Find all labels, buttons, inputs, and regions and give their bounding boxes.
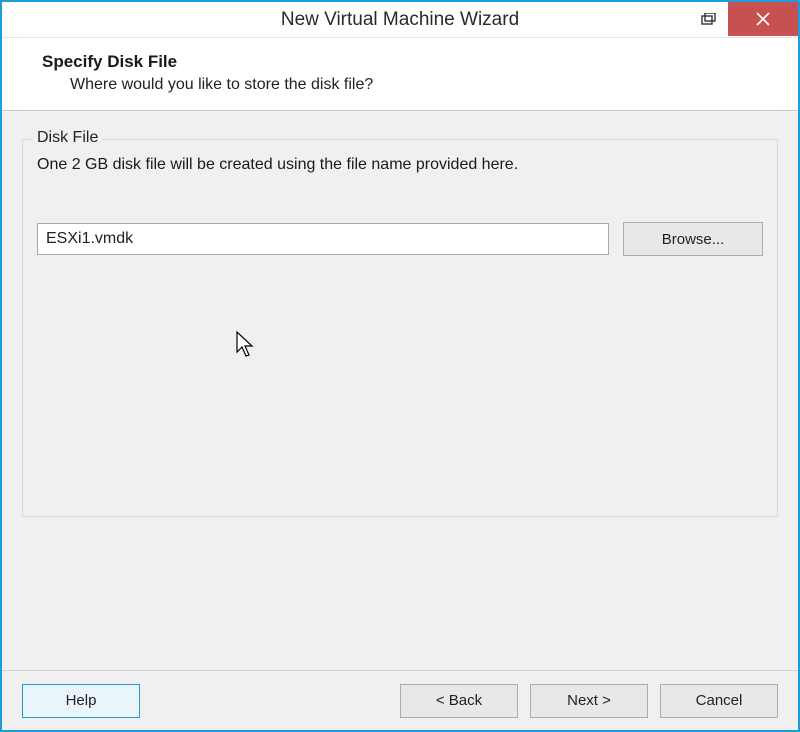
back-button[interactable]: < Back <box>400 684 518 718</box>
help-button[interactable]: Help <box>22 684 140 718</box>
titlebar: New Virtual Machine Wizard <box>2 2 798 38</box>
file-row: Browse... <box>37 222 763 256</box>
restore-icon[interactable] <box>688 2 728 37</box>
fieldset-description: One 2 GB disk file will be created using… <box>37 156 763 174</box>
wizard-window: New Virtual Machine Wizard Specify Disk … <box>0 0 800 732</box>
footer-buttons: < Back Next > Cancel <box>400 684 778 718</box>
close-icon <box>756 12 770 26</box>
browse-button[interactable]: Browse... <box>623 222 763 256</box>
content-area: Disk File One 2 GB disk file will be cre… <box>2 111 798 670</box>
window-title: New Virtual Machine Wizard <box>281 9 519 31</box>
page-title: Specify Disk File <box>42 52 776 72</box>
page-subtitle: Where would you like to store the disk f… <box>70 76 776 94</box>
disk-file-fieldset: Disk File One 2 GB disk file will be cre… <box>22 139 778 517</box>
wizard-header: Specify Disk File Where would you like t… <box>2 38 798 111</box>
wizard-footer: Help < Back Next > Cancel <box>2 670 798 730</box>
fieldset-legend: Disk File <box>33 129 102 147</box>
next-button[interactable]: Next > <box>530 684 648 718</box>
disk-file-input[interactable] <box>37 223 609 255</box>
titlebar-controls <box>688 2 798 37</box>
cancel-button[interactable]: Cancel <box>660 684 778 718</box>
close-button[interactable] <box>728 2 798 36</box>
